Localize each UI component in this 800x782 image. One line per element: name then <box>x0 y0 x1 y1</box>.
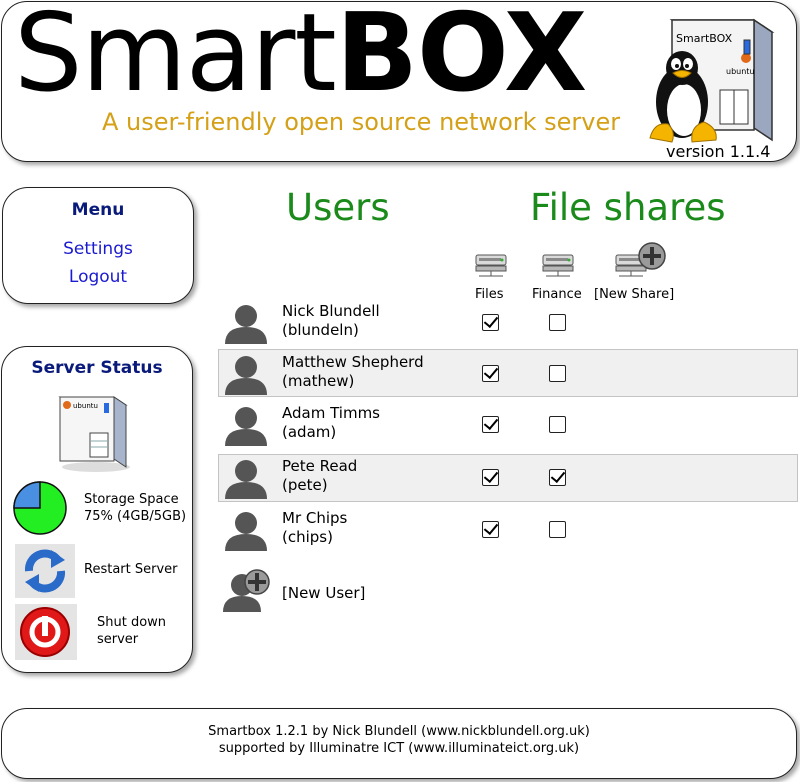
storage-pie-icon <box>13 481 67 535</box>
share-finance-icon[interactable] <box>541 251 577 277</box>
user-full-name[interactable]: Adam Timms <box>282 404 380 423</box>
share-files-checkbox[interactable] <box>482 469 499 486</box>
version-label: version 1.1.4 <box>666 142 771 161</box>
user-full-name[interactable]: Pete Read <box>282 457 357 476</box>
new-share-label[interactable]: [New Share] <box>594 287 674 302</box>
share-files-icon[interactable] <box>474 251 510 277</box>
user-avatar-icon <box>225 356 267 395</box>
share-finance-label[interactable]: Finance <box>532 287 582 302</box>
server-status-title: Server Status <box>31 358 163 378</box>
share-files-checkbox[interactable] <box>482 416 499 433</box>
users-heading: Users <box>286 186 390 229</box>
share-finance-checkbox[interactable] <box>549 416 566 433</box>
smartbox-logo-icon: SmartBOX ubuntu <box>649 18 775 143</box>
footer-line-support: supported by Illuminatre ICT (www.illumi… <box>218 741 580 756</box>
app-title: SmartBOX <box>14 0 588 116</box>
footer: Smartbox 1.2.1 by Nick Blundell (www.nic… <box>1 708 797 779</box>
user-full-name[interactable]: Nick Blundell <box>282 302 380 321</box>
restart-icon[interactable] <box>15 544 75 598</box>
shutdown-icon[interactable] <box>15 604 77 660</box>
storage-detail: 75% (4GB/5GB) <box>84 509 187 524</box>
logout-link[interactable]: Logout <box>3 267 193 287</box>
user-username: (pete) <box>282 476 328 494</box>
storage-label: Storage Space <box>84 492 179 507</box>
restart-server-button[interactable]: Restart Server <box>84 561 178 578</box>
server-status-panel: Server Status ubuntu Storage Space 75% (… <box>1 346 193 673</box>
app-tagline: A user-friendly open source network serv… <box>102 108 621 136</box>
logo-box-label: SmartBOX <box>676 32 733 45</box>
user-full-name[interactable]: Mr Chips <box>282 509 347 528</box>
header-banner: SmartBOX A user-friendly open source net… <box>1 0 797 162</box>
user-username: (blundeln) <box>282 321 359 339</box>
share-finance-checkbox[interactable] <box>549 521 566 538</box>
share-files-checkbox[interactable] <box>482 365 499 382</box>
new-user-link[interactable]: [New User] <box>282 584 365 603</box>
server-icon: ubuntu <box>58 396 130 472</box>
user-avatar-icon <box>225 460 267 499</box>
share-files-label[interactable]: Files <box>475 287 504 302</box>
logo-brand: ubuntu <box>726 67 755 76</box>
user-avatar-icon <box>225 305 267 344</box>
shutdown-label-line2[interactable]: server <box>97 631 138 648</box>
share-finance-checkbox[interactable] <box>549 314 566 331</box>
file-shares-heading: File shares <box>530 186 726 229</box>
storage-free-slice <box>13 481 41 509</box>
user-avatar-icon <box>225 407 267 446</box>
footer-line-credits: Smartbox 1.2.1 by Nick Blundell (www.nic… <box>208 724 590 739</box>
user-username: (adam) <box>282 423 337 441</box>
app-title-bold: BOX <box>335 0 588 116</box>
shutdown-label-line1[interactable]: Shut down <box>97 614 166 631</box>
server-brand: ubuntu <box>73 402 98 410</box>
share-finance-checkbox[interactable] <box>549 365 566 382</box>
share-files-checkbox[interactable] <box>482 314 499 331</box>
user-username: (mathew) <box>282 372 355 390</box>
menu-panel: Menu Settings Logout <box>2 187 194 304</box>
new-user-icon[interactable] <box>222 568 274 614</box>
new-share-icon[interactable] <box>614 241 668 277</box>
share-finance-checkbox[interactable] <box>549 469 566 486</box>
share-files-checkbox[interactable] <box>482 521 499 538</box>
user-username: (chips) <box>282 528 333 546</box>
user-avatar-icon <box>225 512 267 551</box>
user-full-name[interactable]: Matthew Shepherd <box>282 353 424 372</box>
settings-link[interactable]: Settings <box>3 239 193 259</box>
app-title-regular: Smart <box>14 0 337 116</box>
menu-title: Menu <box>71 200 125 220</box>
